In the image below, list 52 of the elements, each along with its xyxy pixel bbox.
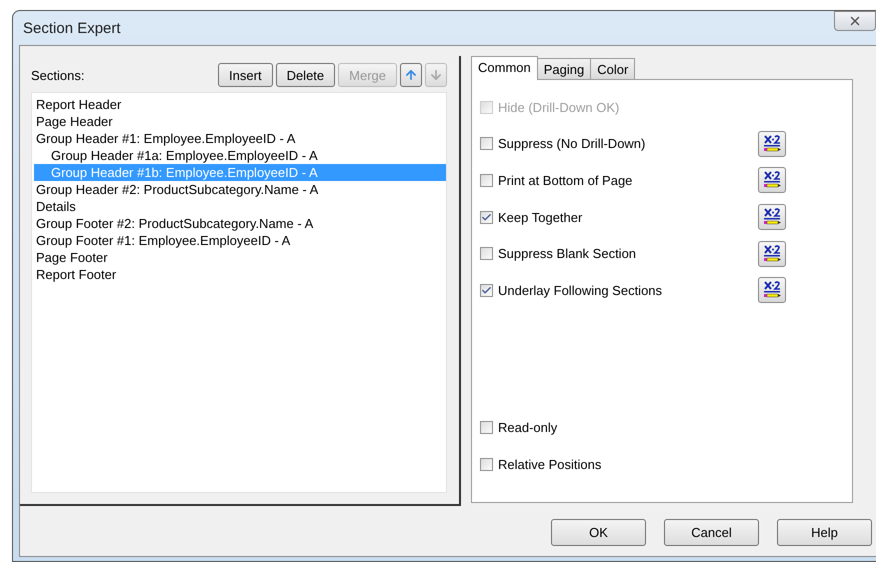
- formula-icon: [762, 170, 782, 190]
- checkbox[interactable]: [480, 137, 493, 150]
- move-up-button[interactable]: [400, 63, 422, 87]
- section-item[interactable]: Group Footer #2: ProductSubcategory.Name - A: [34, 215, 446, 232]
- option-label: Suppress Blank Section: [498, 246, 638, 262]
- arrow-up-icon: [404, 68, 418, 82]
- option-label: Hide (Drill-Down OK): [498, 100, 620, 114]
- section-item[interactable]: Group Footer #1: Employee.EmployeeID - A: [34, 232, 446, 249]
- tab[interactable]: Color: [590, 58, 636, 80]
- section-item[interactable]: Report Footer: [34, 266, 446, 283]
- section-item[interactable]: Page Header: [34, 113, 446, 130]
- close-button[interactable]: [834, 11, 876, 31]
- section-item[interactable]: Details: [34, 198, 446, 215]
- tab[interactable]: Paging: [536, 58, 592, 80]
- dialog-button[interactable]: OK: [551, 519, 646, 546]
- option-label: Suppress (No Drill-Down): [498, 136, 646, 152]
- arrow-down-icon: [429, 68, 443, 82]
- check-icon: [481, 284, 492, 296]
- formula-button[interactable]: [758, 240, 786, 267]
- formula-button[interactable]: [758, 167, 786, 194]
- check-icon: [481, 212, 492, 223]
- dialog-button[interactable]: Cancel: [664, 519, 759, 546]
- checkbox[interactable]: [480, 284, 493, 297]
- sections-label: Sections:: [31, 68, 86, 82]
- option-label: Relative Positions: [498, 456, 602, 472]
- option-label: Keep Together: [498, 210, 584, 225]
- section-button[interactable]: Delete: [276, 63, 336, 87]
- close-icon: [848, 14, 862, 28]
- checkbox[interactable]: [480, 210, 493, 224]
- formula-icon: [762, 134, 782, 154]
- formula-icon: [762, 244, 782, 264]
- formula-button[interactable]: [758, 204, 786, 230]
- dialog-button[interactable]: Help: [777, 519, 872, 546]
- formula-icon: [762, 280, 782, 300]
- checkbox[interactable]: [480, 458, 493, 471]
- section-item[interactable]: Group Header #1a: Employee.EmployeeID - A: [34, 147, 446, 164]
- tab[interactable]: Common: [471, 56, 538, 80]
- option-label: Read-only: [498, 420, 558, 436]
- formula-button[interactable]: [758, 277, 786, 304]
- checkbox[interactable]: [480, 174, 493, 187]
- checkbox[interactable]: [480, 247, 493, 260]
- checkbox[interactable]: [480, 421, 493, 434]
- window-title: Section Expert: [23, 20, 121, 36]
- section-item[interactable]: Page Footer: [34, 249, 446, 266]
- formula-button[interactable]: [758, 130, 786, 157]
- section-item[interactable]: Report Header: [34, 96, 446, 113]
- option-label: Print at Bottom of Page: [498, 172, 634, 188]
- formula-icon: [762, 207, 782, 228]
- section-item[interactable]: Group Header #1: Employee.EmployeeID - A: [34, 130, 446, 147]
- section-item[interactable]: Group Header #2: ProductSubcategory.Name - A: [34, 181, 446, 198]
- section-button[interactable]: Insert: [218, 63, 273, 87]
- option-label: Underlay Following Sections: [498, 282, 664, 298]
